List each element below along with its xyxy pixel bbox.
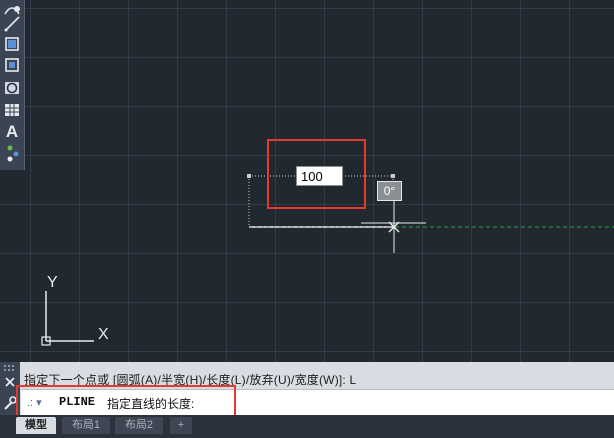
angle-tooltip: 0° [377, 181, 402, 201]
dimension-grip-left [247, 174, 251, 178]
dimension-grip-right [391, 174, 395, 178]
length-input-highlight [267, 139, 366, 209]
wrench-icon[interactable] [4, 396, 17, 410]
tab-layout1[interactable]: 布局1 [62, 417, 110, 434]
command-line-highlight [16, 385, 236, 419]
tab-model[interactable]: 模型 [16, 417, 56, 434]
ucs-y-label: Y [47, 274, 58, 291]
add-layout-button[interactable]: + [170, 417, 192, 434]
close-icon[interactable] [5, 377, 15, 387]
grip-dots-icon [4, 365, 14, 371]
ucs-x-label: X [98, 326, 109, 343]
layout-tab-bar: 模型 布局1 布局2 + [0, 415, 614, 438]
tab-layout2[interactable]: 布局2 [115, 417, 163, 434]
